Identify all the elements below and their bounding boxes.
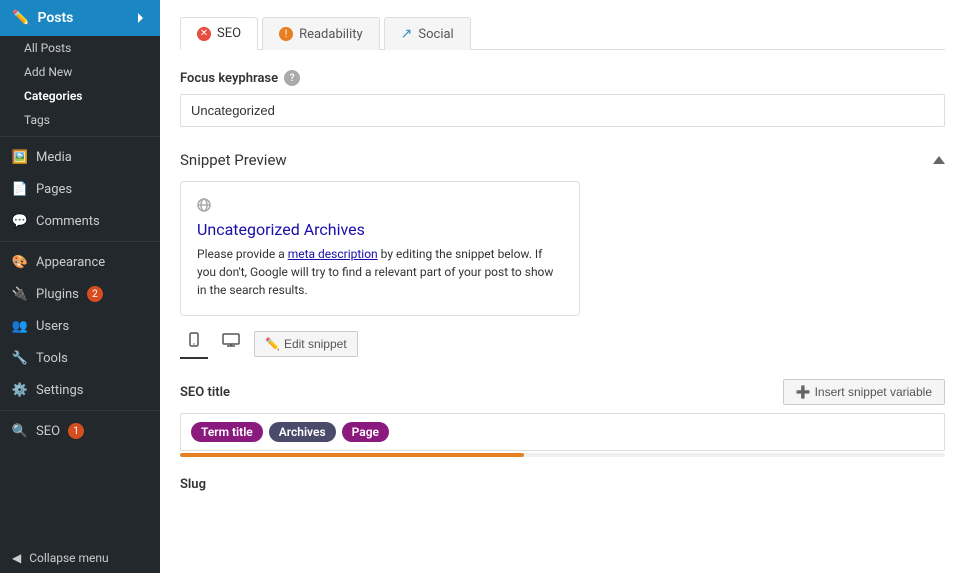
slug-label: Slug	[180, 477, 206, 492]
seo-icon: 🔍	[12, 423, 28, 439]
focus-keyphrase-input[interactable]	[180, 94, 945, 127]
desktop-view-button[interactable]	[216, 329, 246, 358]
comments-icon: 💬	[12, 213, 28, 229]
tab-seo[interactable]: ✕ SEO	[180, 17, 258, 50]
media-icon: 🖼️	[12, 149, 28, 165]
users-icon: 👥	[12, 318, 28, 334]
sidebar-item-users-label: Users	[36, 319, 69, 334]
tools-icon: 🔧	[12, 350, 28, 366]
tab-bar: ✕ SEO ! Readability ↗ Social	[180, 16, 945, 50]
sidebar-item-seo[interactable]: 🔍 SEO 1	[0, 415, 160, 447]
sidebar-header-arrow	[138, 13, 148, 23]
sidebar-divider-2	[0, 241, 160, 242]
seo-title-header: SEO title ➕ Insert snippet variable	[180, 379, 945, 405]
focus-keyphrase-text: Focus keyphrase	[180, 71, 278, 86]
sidebar-item-settings[interactable]: ⚙️ Settings	[0, 374, 160, 406]
sidebar-item-users[interactable]: 👥 Users	[0, 310, 160, 342]
sidebar-item-pages[interactable]: 📄 Pages	[0, 173, 160, 205]
sidebar-item-media[interactable]: 🖼️ Media	[0, 141, 160, 173]
tab-readability-label: Readability	[299, 27, 363, 42]
sidebar-item-comments-label: Comments	[36, 214, 100, 229]
tag-archives[interactable]: Archives	[269, 422, 336, 442]
snippet-collapse-button[interactable]	[933, 156, 945, 164]
sidebar-header[interactable]: ✏️ Posts	[0, 0, 160, 36]
tag-page[interactable]: Page	[342, 422, 389, 442]
help-icon[interactable]: ?	[284, 70, 300, 86]
sidebar-item-add-new[interactable]: Add New	[0, 60, 160, 84]
snippet-description: Please provide a meta description by edi…	[197, 245, 563, 299]
sidebar-divider-3	[0, 410, 160, 411]
insert-snippet-variable-button[interactable]: ➕ Insert snippet variable	[783, 379, 945, 405]
tab-readability[interactable]: ! Readability	[262, 17, 380, 50]
tag-term-title[interactable]: Term title	[191, 422, 263, 442]
sidebar-item-media-label: Media	[36, 150, 72, 165]
sidebar-divider	[0, 136, 160, 137]
seo-title-field[interactable]: Term title Archives Page	[180, 413, 945, 451]
snippet-preview-title: Snippet Preview	[180, 151, 287, 169]
tab-seo-label: SEO	[217, 26, 241, 41]
snippet-url-icon	[197, 198, 563, 216]
edit-snippet-button[interactable]: ✏️ Edit snippet	[254, 331, 358, 357]
arrow-icon	[138, 13, 148, 23]
collapse-menu-label: Collapse menu	[29, 551, 108, 565]
appearance-icon: 🎨	[12, 254, 28, 270]
sidebar-header-label: Posts	[37, 10, 73, 26]
sidebar-item-appearance[interactable]: 🎨 Appearance	[0, 246, 160, 278]
main-content: ✕ SEO ! Readability ↗ Social Focus keyph…	[160, 0, 965, 573]
sidebar-item-seo-label: SEO	[36, 424, 60, 439]
posts-icon: ✏️	[12, 10, 29, 26]
readability-tab-dot: !	[279, 27, 293, 41]
snippet-preview-header: Snippet Preview	[180, 151, 945, 169]
tab-social-label: Social	[418, 27, 453, 42]
tab-social[interactable]: ↗ Social	[384, 17, 471, 50]
focus-keyphrase-section: Focus keyphrase ?	[180, 70, 945, 127]
sidebar: ✏️ Posts All Posts Add New Categories Ta…	[0, 0, 160, 573]
sidebar-item-all-posts[interactable]: All Posts	[0, 36, 160, 60]
sidebar-item-appearance-label: Appearance	[36, 255, 105, 270]
seo-tab-dot: ✕	[197, 27, 211, 41]
sidebar-item-plugins-label: Plugins	[36, 287, 79, 302]
seo-title-progress-bar-wrap	[180, 453, 945, 457]
slug-section: Slug	[180, 477, 945, 492]
plugins-icon: 🔌	[12, 286, 28, 302]
snippet-controls: ✏️ Edit snippet	[180, 328, 945, 359]
sidebar-item-comments[interactable]: 💬 Comments	[0, 205, 160, 237]
snippet-preview-section: Snippet Preview Uncategorized Archives P…	[180, 151, 945, 359]
seo-title-section: SEO title ➕ Insert snippet variable Term…	[180, 379, 945, 457]
snippet-preview-box: Uncategorized Archives Please provide a …	[180, 181, 580, 316]
social-tab-icon: ↗	[401, 26, 413, 42]
sidebar-item-tools[interactable]: 🔧 Tools	[0, 342, 160, 374]
sidebar-item-tags[interactable]: Tags	[0, 108, 160, 132]
collapse-menu-button[interactable]: ◀ Collapse menu	[0, 543, 160, 573]
snippet-link[interactable]: Uncategorized Archives	[197, 220, 563, 239]
seo-title-progress-bar	[180, 453, 524, 457]
seo-badge: 1	[68, 423, 84, 439]
plugins-badge: 2	[87, 286, 103, 302]
sidebar-item-settings-label: Settings	[36, 383, 83, 398]
edit-pencil-icon: ✏️	[265, 337, 280, 351]
settings-icon: ⚙️	[12, 382, 28, 398]
pages-icon: 📄	[12, 181, 28, 197]
plus-circle-icon: ➕	[796, 385, 811, 399]
seo-title-label: SEO title	[180, 385, 230, 400]
mobile-view-button[interactable]	[180, 328, 208, 359]
snippet-meta-link[interactable]: meta description	[288, 247, 378, 261]
insert-variable-label: Insert snippet variable	[815, 385, 932, 399]
edit-snippet-label: Edit snippet	[284, 337, 347, 351]
collapse-icon: ◀	[12, 551, 21, 565]
focus-keyphrase-label: Focus keyphrase ?	[180, 70, 945, 86]
sidebar-item-plugins[interactable]: 🔌 Plugins 2	[0, 278, 160, 310]
sidebar-item-pages-label: Pages	[36, 182, 72, 197]
sidebar-item-tools-label: Tools	[36, 351, 68, 366]
sidebar-item-categories[interactable]: Categories	[0, 84, 160, 108]
